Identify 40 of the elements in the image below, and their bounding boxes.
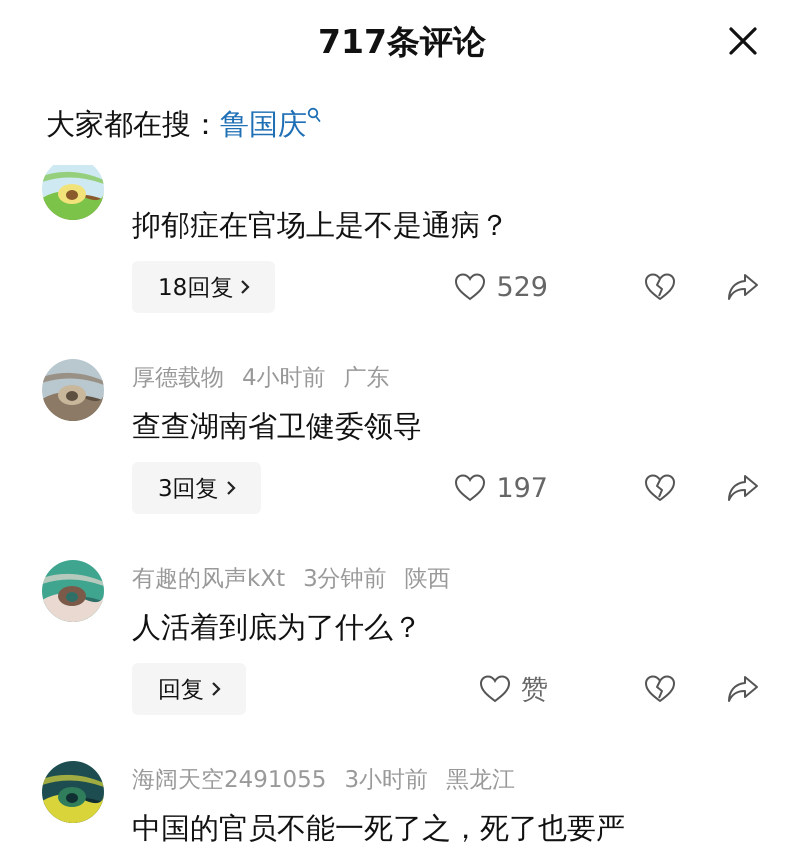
- comment-time: 4小时前: [242, 364, 326, 392]
- replies-button[interactable]: 18回复: [132, 261, 276, 313]
- comment-text: 人活着到底为了什么？: [132, 609, 423, 646]
- share-icon: [726, 473, 760, 503]
- close-icon: [728, 26, 758, 56]
- comment-time: 3分钟前: [303, 564, 387, 594]
- comment-text: 查查湖南省卫健委领导: [132, 408, 423, 445]
- search-icon: [307, 106, 321, 124]
- comment-time: 3小时前: [344, 766, 428, 794]
- comments-title: 717条评论: [318, 20, 486, 62]
- share-icon: [726, 272, 760, 302]
- heart-icon: [454, 272, 486, 302]
- dislike-button[interactable]: [644, 473, 676, 503]
- dislike-button[interactable]: [644, 674, 676, 704]
- like-button[interactable]: 529: [454, 272, 548, 302]
- comment-location: 广东: [344, 364, 390, 392]
- comment-location: 黑龙江: [446, 766, 516, 794]
- close-button[interactable]: [728, 26, 758, 56]
- heart-icon: [479, 674, 511, 704]
- broken-heart-icon: [644, 473, 676, 503]
- share-icon: [726, 674, 760, 704]
- share-button[interactable]: [726, 272, 760, 302]
- share-button[interactable]: [726, 674, 760, 704]
- search-hint-label: 大家都在搜：: [46, 106, 220, 142]
- chevron-icon: [210, 680, 222, 698]
- comment-text: 中国的官员不能一死了之，死了也要严: [132, 810, 626, 847]
- comment-location: 陕西: [404, 564, 451, 594]
- like-button[interactable]: 197: [454, 472, 548, 504]
- broken-heart-icon: [644, 272, 676, 302]
- like-button[interactable]: 赞: [479, 671, 548, 707]
- chevron-icon: [239, 278, 252, 296]
- dislike-button[interactable]: [644, 272, 676, 302]
- replies-button[interactable]: 3回复: [132, 462, 261, 514]
- replies-button[interactable]: 回复: [132, 663, 246, 715]
- comment-text: 抑郁症在官场上是不是通病？: [132, 207, 510, 244]
- share-button[interactable]: [726, 473, 760, 503]
- chevron-icon: [224, 479, 237, 497]
- search-term-link[interactable]: 鲁国庆: [220, 104, 321, 144]
- heart-icon: [454, 473, 486, 503]
- broken-heart-icon: [644, 674, 676, 704]
